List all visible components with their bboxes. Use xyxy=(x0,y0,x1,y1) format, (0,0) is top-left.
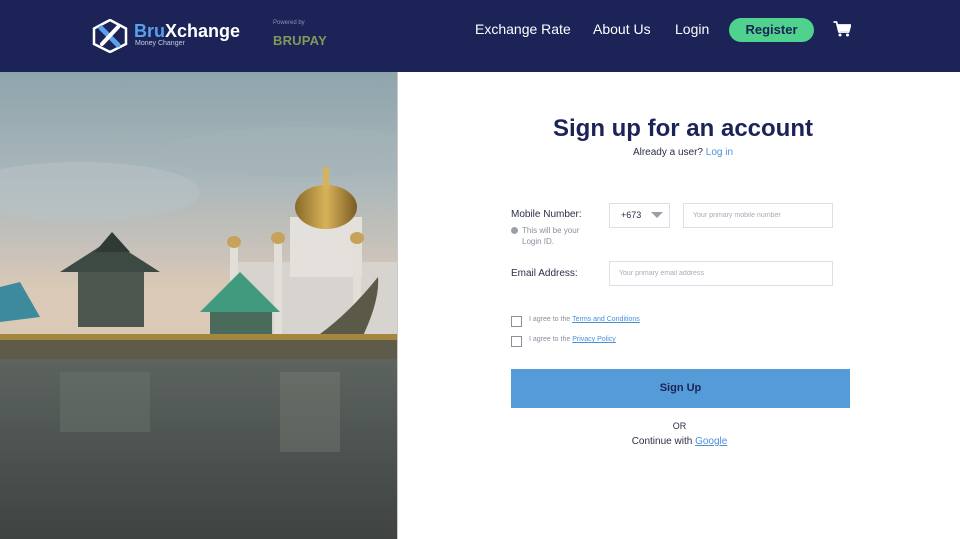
partner-logo: BRUPAY xyxy=(273,33,327,48)
privacy-agreement: I agree to the Privacy Policy xyxy=(529,336,616,343)
or-separator: OR xyxy=(672,421,687,431)
brand-subtitle: Money Changer xyxy=(135,40,185,47)
privacy-prefix: I agree to the xyxy=(529,336,571,343)
country-code-value: +673 xyxy=(621,210,642,220)
terms-checkbox[interactable] xyxy=(511,316,522,327)
email-input[interactable] xyxy=(609,261,833,286)
page-title: Sign up for an account xyxy=(552,115,813,142)
already-user-text: Already a user? xyxy=(632,147,703,158)
terms-prefix: I agree to the xyxy=(529,316,571,323)
mobile-number-input[interactable] xyxy=(683,203,833,228)
continue-with-line: Continue with Google xyxy=(498,436,861,447)
brand-name-part1: Bru xyxy=(134,21,165,41)
panel-divider xyxy=(397,72,398,539)
already-user-line: Already a user? Log in xyxy=(498,147,868,158)
terms-agreement: I agree to the Terms and Conditions xyxy=(529,316,640,323)
sign-up-button[interactable]: Sign Up xyxy=(511,369,850,408)
terms-link[interactable]: Terms and Conditions xyxy=(572,316,640,323)
brand-name[interactable]: BruXchange xyxy=(134,21,240,42)
google-link[interactable]: Google xyxy=(695,436,727,447)
mobile-hint: This will be your Login ID. xyxy=(522,226,580,246)
info-icon xyxy=(511,227,518,234)
nav-login[interactable]: Login xyxy=(675,21,709,37)
top-navbar: BruXchange Money Changer Powered by BRUP… xyxy=(0,0,960,72)
privacy-checkbox[interactable] xyxy=(511,336,522,347)
brand-name-part2: Xchange xyxy=(165,21,241,41)
login-link[interactable]: Log in xyxy=(706,147,733,158)
hero-photo xyxy=(0,72,397,539)
email-label: Email Address: xyxy=(511,268,578,279)
powered-by-label: Powered by xyxy=(273,20,305,26)
register-button[interactable]: Register xyxy=(729,18,814,42)
nav-exchange-rate[interactable]: Exchange Rate xyxy=(475,21,571,37)
mobile-number-label: Mobile Number: xyxy=(511,209,582,220)
brand-logo-icon[interactable] xyxy=(92,19,128,53)
privacy-link[interactable]: Privacy Policy xyxy=(572,336,616,343)
continue-with-text: Continue with xyxy=(631,436,693,447)
mosque-photo-illustration xyxy=(0,72,397,539)
cart-icon[interactable] xyxy=(833,21,851,37)
chevron-down-icon[interactable] xyxy=(651,212,663,218)
nav-about-us[interactable]: About Us xyxy=(593,21,651,37)
